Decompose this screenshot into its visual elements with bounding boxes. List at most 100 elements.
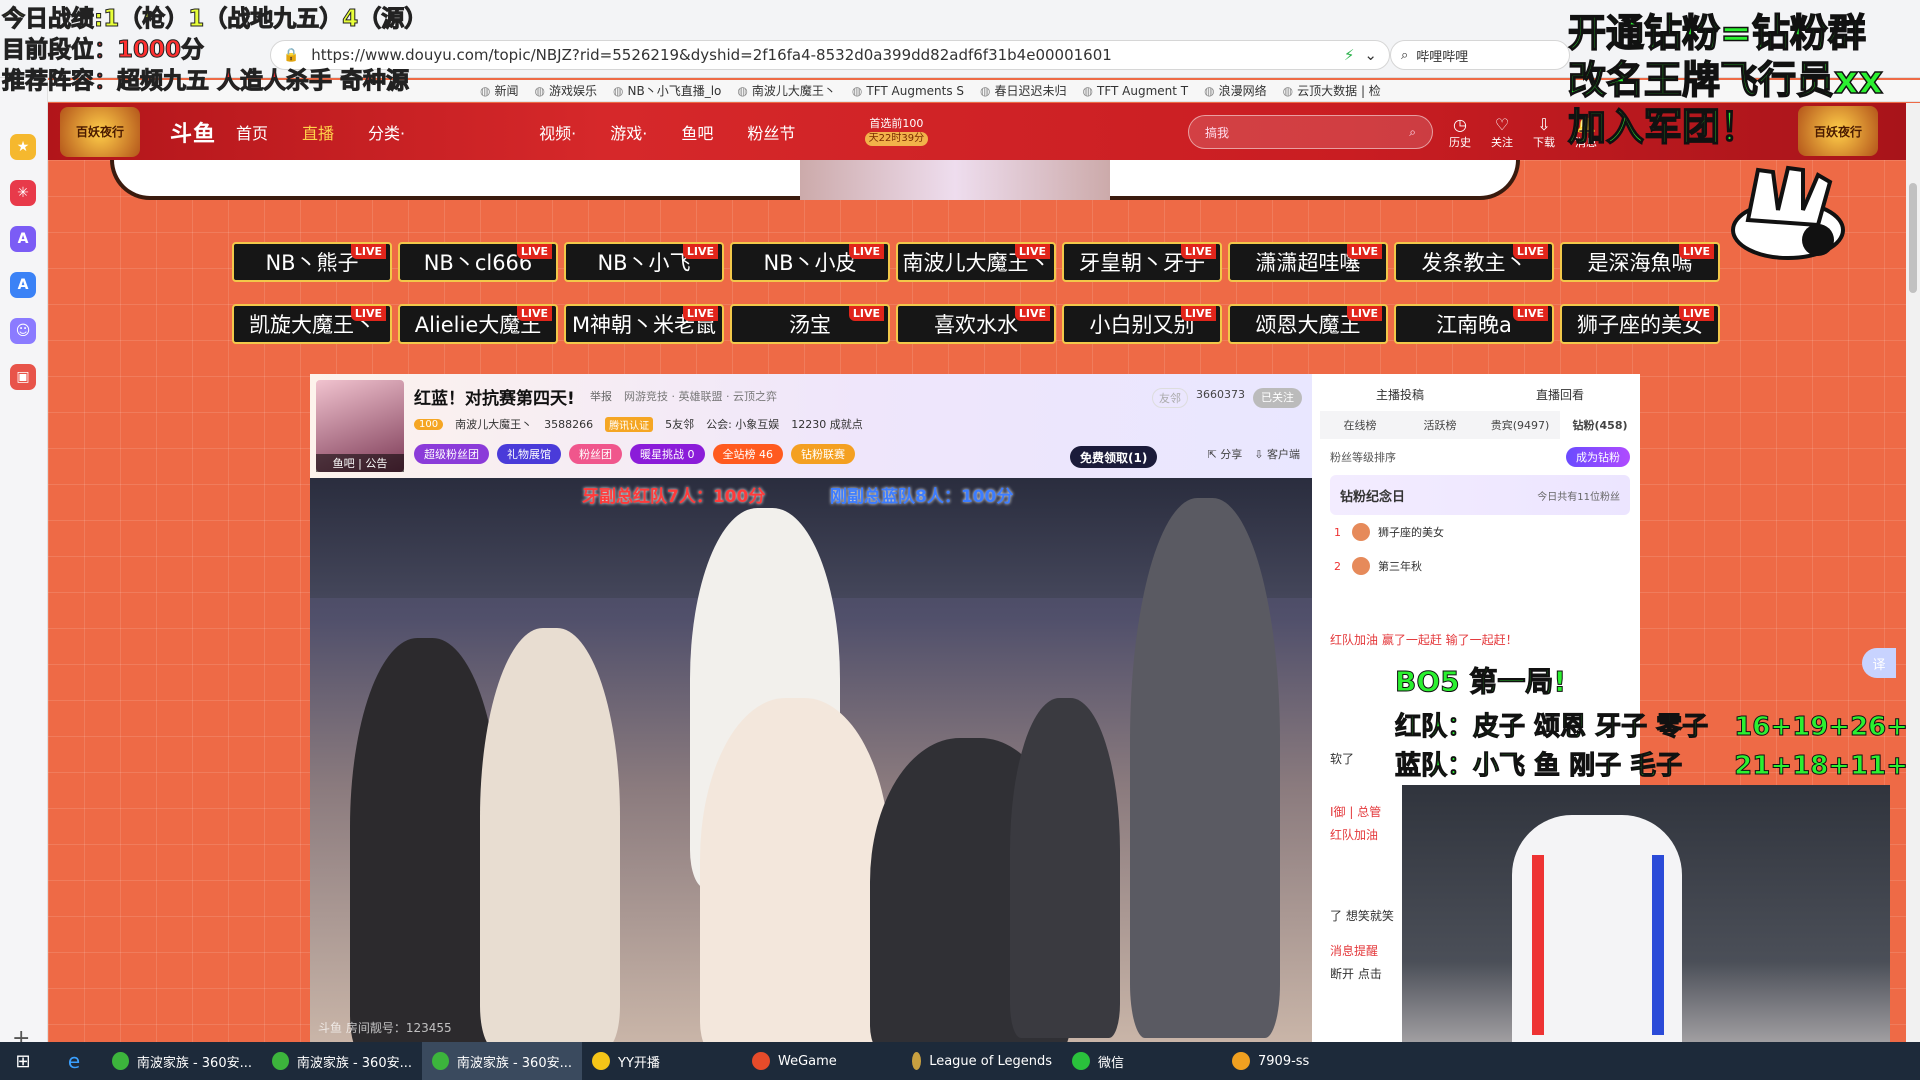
fan-club-button[interactable]: 粉丝团 — [569, 444, 622, 464]
chevron-down-icon[interactable]: ⌄ — [1364, 46, 1377, 64]
url-text[interactable]: https://www.douyu.com/topic/NBJZ?rid=552… — [311, 46, 1334, 64]
nav-category[interactable]: 分类· — [368, 120, 405, 144]
anchor-submission-link[interactable]: 主播投稿 — [1376, 386, 1424, 403]
share-button[interactable]: ⇱ 分享 — [1208, 446, 1243, 462]
tab-active[interactable]: 活跃榜 — [1400, 411, 1480, 439]
live-badge: LIVE — [350, 244, 386, 259]
nav-games[interactable]: 游戏· — [610, 120, 647, 144]
taskbar-item[interactable]: YY开播 — [582, 1042, 742, 1080]
room-category[interactable]: 网游竞技 · 英雄联盟 · 云顶之弈 — [624, 388, 777, 404]
robot-icon[interactable]: ☺ — [10, 318, 36, 344]
star-challenge-button[interactable]: 暖星挑战 0 — [630, 444, 705, 464]
anchor-pill[interactable]: 小白别又别 LIVE — [1062, 304, 1222, 344]
video-player[interactable]: 牙副总红队7人：100分 刚副总蓝队8人：100分 斗鱼 房间靓号：123455 — [310, 478, 1312, 1042]
bolt-icon[interactable]: ⚡ — [1344, 46, 1355, 64]
anchor-pill[interactable]: 凯旋大魔王丶 LIVE — [232, 304, 392, 344]
nav-fan-festival[interactable]: 粉丝节 — [747, 120, 795, 144]
anchor-pill[interactable]: 南波儿大魔王丶 LIVE — [896, 242, 1056, 282]
anchor-pill[interactable]: NB丶cl666 LIVE — [398, 242, 558, 282]
anchor-pill[interactable]: 汤宝 LIVE — [730, 304, 890, 344]
bookmark-item[interactable]: ◍ 浪漫网络 — [1204, 82, 1267, 99]
anchor-pill[interactable]: 狮子座的美女 LIVE — [1560, 304, 1720, 344]
fan-rank-row[interactable]: 2 第三年秋 — [1320, 549, 1640, 583]
address-bar[interactable]: 🔒 https://www.douyu.com/topic/NBJZ?rid=5… — [270, 40, 1390, 70]
nav-home[interactable]: 首页 — [236, 120, 268, 144]
avatar-footer[interactable]: 鱼吧 | 公告 — [316, 454, 404, 472]
top-pick[interactable]: 首选前100 天22时39分 — [861, 117, 931, 146]
site-search-input[interactable]: 搞我 ⌕ — [1188, 115, 1433, 149]
browser-search-box[interactable]: ⌕ 哔哩哔哩 — [1390, 40, 1570, 70]
nav-video[interactable]: 视频· — [539, 120, 576, 144]
bookmark-item[interactable]: ◍ 游戏娱乐 — [535, 82, 598, 99]
search-icon[interactable]: ⌕ — [1409, 125, 1416, 140]
taskbar-item[interactable]: 南波家族 - 360安... — [262, 1042, 422, 1080]
bookmark-item[interactable]: ◍ 南波儿大魔王丶 — [737, 82, 836, 99]
star-icon[interactable]: ★ — [10, 134, 36, 160]
become-diamond-button[interactable]: 成为钻粉 — [1566, 447, 1630, 467]
anchor-pill[interactable]: 江南晚a LIVE — [1394, 304, 1554, 344]
history-button[interactable]: ◷ 历史 — [1448, 115, 1472, 150]
bookmark-item[interactable]: ◍ 新闻 — [480, 82, 519, 99]
bookmark-item[interactable]: ◍ TFT Augments S — [852, 84, 964, 98]
tab-vip[interactable]: 贵宾(9497) — [1480, 411, 1560, 439]
replay-link[interactable]: 直播回看 — [1536, 386, 1584, 403]
bookmark-item[interactable]: ◍ TFT Augment T — [1083, 84, 1189, 98]
gamepad-icon[interactable]: ▣ — [10, 364, 36, 390]
page-scrollbar[interactable] — [1906, 103, 1920, 1042]
ai-icon[interactable]: A — [10, 272, 36, 298]
event-badge-left[interactable]: 百妖夜行 — [60, 106, 140, 157]
taskbar-item[interactable]: 7909-ss — [1222, 1042, 1382, 1080]
download-button[interactable]: ⇩ 下载 — [1532, 115, 1556, 150]
anchor-pill[interactable]: 颂恩大魔王 LIVE — [1228, 304, 1388, 344]
guild-label[interactable]: 公会: 小象互娱 — [706, 416, 779, 432]
nav-live[interactable]: 直播 — [302, 120, 334, 144]
super-fan-button[interactable]: 超级粉丝团 — [414, 444, 489, 464]
anchor-pill[interactable]: NB丶小飞 LIVE — [564, 242, 724, 282]
tab-diamond[interactable]: 钻粉(458) — [1560, 411, 1640, 439]
anchor-pill[interactable]: 发条教主丶 LIVE — [1394, 242, 1554, 282]
download-label: 下载 — [1533, 136, 1555, 149]
anchor-pill[interactable]: 喜欢水水 LIVE — [896, 304, 1056, 344]
site-rank-button[interactable]: 全站榜 46 — [712, 444, 783, 464]
scrollbar-thumb[interactable] — [1909, 183, 1917, 293]
gift-hall-button[interactable]: 礼物展馆 — [497, 444, 561, 464]
club-count[interactable]: 5友邻 — [665, 416, 694, 432]
taskbar-item[interactable]: WeGame — [742, 1042, 902, 1080]
free-claim-button[interactable]: 免费领取(1) — [1070, 446, 1158, 468]
anchor-pill[interactable]: 是深海魚嗎 LIVE — [1560, 242, 1720, 282]
diamond-anniversary[interactable]: 钻粉纪念日 今日共有11位粉丝 — [1330, 475, 1630, 515]
chat-message: 红队加油 赢了一起赶 输了一起赶！ — [1330, 633, 1518, 647]
browser-icon[interactable]: e — [46, 1049, 102, 1073]
ai-assistant-icon[interactable]: A — [10, 226, 36, 252]
nav-yuba[interactable]: 鱼吧 — [681, 120, 713, 144]
browser-search-text[interactable]: 哔哩哔哩 — [1416, 46, 1468, 65]
sort-label[interactable]: 粉丝等级排序 — [1330, 449, 1396, 465]
douyu-logo[interactable]: 斗鱼 — [170, 116, 216, 148]
translate-button[interactable]: 译 — [1862, 648, 1896, 678]
taskbar-item[interactable]: 南波家族 - 360安... — [102, 1042, 262, 1080]
followed-button[interactable]: 已关注 — [1253, 388, 1302, 408]
report-link[interactable]: 举报 — [590, 388, 612, 404]
taskbar-item[interactable]: 南波家族 - 360安... — [422, 1042, 582, 1080]
taskbar-item[interactable]: League of Legends — [902, 1042, 1062, 1080]
anchor-pill[interactable]: 潇潇超哇噻 LIVE — [1228, 242, 1388, 282]
anchor-name[interactable]: 南波儿大魔王丶 — [455, 416, 532, 432]
fan-rank-row[interactable]: 1 狮子座的美女 — [1320, 515, 1640, 549]
anchor-pill[interactable]: 牙皇朝丶牙子 LIVE — [1062, 242, 1222, 282]
follow-button[interactable]: ♡ 关注 — [1490, 115, 1514, 150]
anchor-pill[interactable]: NB丶熊子 LIVE — [232, 242, 392, 282]
bookmark-item[interactable]: ◍ NB丶小飞直播_lo — [613, 82, 721, 99]
anchor-pill[interactable]: M神朝丶米老鼠 LIVE — [564, 304, 724, 344]
diamond-league-button[interactable]: 钻粉联赛 — [791, 444, 855, 464]
bookmark-item[interactable]: ◍ 云顶大数据 | 检 — [1283, 82, 1381, 99]
anchor-pill[interactable]: NB丶小皮 LIVE — [730, 242, 890, 282]
windows-start-icon[interactable]: ⊞ — [0, 1051, 46, 1072]
anchor-pill[interactable]: Alielie大魔王 LIVE — [398, 304, 558, 344]
bookmark-item[interactable]: ◍ 春日迟迟未归 — [980, 82, 1067, 99]
client-button[interactable]: ⇩ 客户端 — [1254, 446, 1300, 462]
history-label: 历史 — [1449, 136, 1471, 149]
network-icon[interactable]: ✳ — [10, 180, 36, 206]
tab-online[interactable]: 在线榜 — [1320, 411, 1400, 439]
fanclub-label[interactable]: 友邻 — [1152, 388, 1188, 408]
taskbar-item[interactable]: 微信 — [1062, 1042, 1222, 1080]
